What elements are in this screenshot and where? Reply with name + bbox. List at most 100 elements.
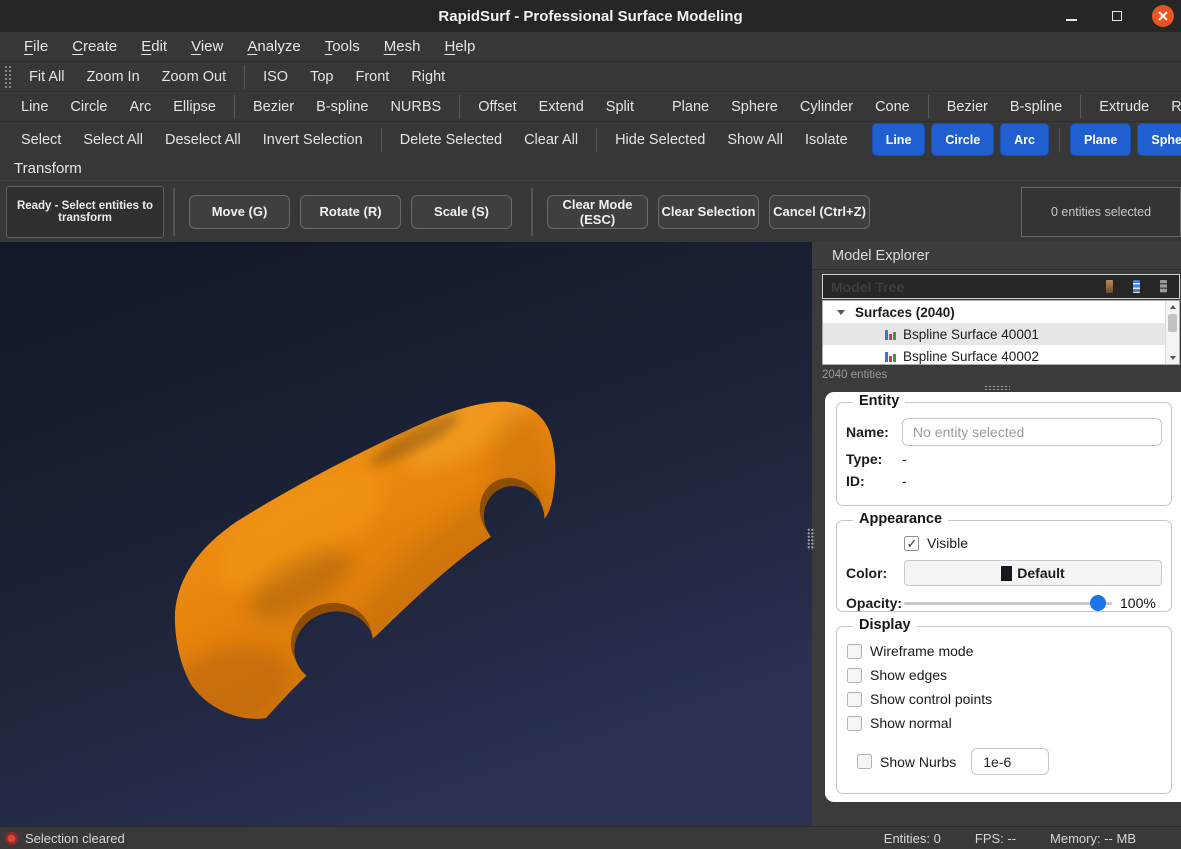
transform-rotate-r[interactable]: Rotate (R) <box>300 195 401 229</box>
toolbar-item-b-spline[interactable]: B-spline <box>999 99 1073 115</box>
toolbar-item-b-spline[interactable]: B-spline <box>305 99 379 115</box>
tree-item-bspline-surface-40002[interactable]: Bspline Surface 40002 <box>823 345 1165 365</box>
toolbar-item-ellipse[interactable]: Ellipse <box>162 99 227 115</box>
close-icon[interactable] <box>1152 5 1174 27</box>
display-option-show-normal: Show normal <box>847 711 1162 735</box>
minimize-icon[interactable] <box>1060 5 1082 27</box>
display-option-show-control-points: Show control points <box>847 687 1162 711</box>
toolbar-item-circle[interactable]: Circle <box>59 99 118 115</box>
scrollbar-thumb[interactable] <box>1168 314 1177 332</box>
toolbar-item-isolate[interactable]: Isolate <box>794 132 859 148</box>
entity-name-input[interactable] <box>902 418 1162 446</box>
show-edges-checkbox[interactable] <box>847 668 862 683</box>
toolbar-item-extrude[interactable]: Extrude <box>1088 99 1160 115</box>
show-control-points-checkbox[interactable] <box>847 692 862 707</box>
toolbar-item-clear-all[interactable]: Clear All <box>513 132 589 148</box>
menu-item-tools[interactable]: Tools <box>313 38 372 55</box>
id-value: - <box>902 473 907 489</box>
toolbar-grip-icon[interactable] <box>4 65 12 89</box>
show-normal-checkbox[interactable] <box>847 716 862 731</box>
toolbar-item-deselect-all[interactable]: Deselect All <box>154 132 252 148</box>
toolbar-item-cylinder[interactable]: Cylinder <box>789 99 864 115</box>
toolbar-item-fit-all[interactable]: Fit All <box>18 69 75 85</box>
toolbar-item-revolve[interactable]: Revolve <box>1160 99 1181 115</box>
entity-legend: Entity <box>853 393 905 409</box>
toolbar-item-bezier[interactable]: Bezier <box>936 99 999 115</box>
toolbar-item-select-all[interactable]: Select All <box>72 132 154 148</box>
show-nurbs-checkbox[interactable] <box>857 754 872 769</box>
toolbar-item-show-all[interactable]: Show All <box>716 132 794 148</box>
viewport-3d[interactable] <box>0 242 812 826</box>
toolbar-item-offset[interactable]: Offset <box>467 99 527 115</box>
toolbar-item-nurbs[interactable]: NURBS <box>379 99 452 115</box>
toolbar-item-extend[interactable]: Extend <box>528 99 595 115</box>
tree-props-splitter[interactable] <box>812 383 1181 392</box>
quick-create-circle[interactable]: Circle <box>931 123 994 156</box>
toolbar-item-line[interactable]: Line <box>10 99 59 115</box>
quick-create-line[interactable]: Line <box>872 123 926 156</box>
menu-item-help[interactable]: Help <box>432 38 487 55</box>
collapse-triangle-icon[interactable] <box>837 310 845 315</box>
scroll-down-icon[interactable] <box>1166 352 1179 364</box>
toolbar-item-front[interactable]: Front <box>344 69 400 85</box>
toolbar-item-sphere[interactable]: Sphere <box>720 99 789 115</box>
status-target-icon <box>5 832 18 845</box>
nurbs-tolerance-input[interactable] <box>971 748 1049 775</box>
transform-scale-s[interactable]: Scale (S) <box>411 195 512 229</box>
transform-clear-selection[interactable]: Clear Selection <box>658 195 759 229</box>
show-control-points-label: Show control points <box>870 691 992 707</box>
toolbar-item-arc[interactable]: Arc <box>118 99 162 115</box>
menu-item-edit[interactable]: Edit <box>129 38 179 55</box>
toolbar-item-right[interactable]: Right <box>400 69 456 85</box>
view-toolbar: Fit AllZoom InZoom Out ISOTopFrontRight <box>18 65 456 89</box>
toolbar-item-invert-selection[interactable]: Invert Selection <box>252 132 374 148</box>
toolbar-item-zoom-in[interactable]: Zoom In <box>75 69 150 85</box>
toolbar-item-hide-selected[interactable]: Hide Selected <box>604 132 716 148</box>
tree-tool-icon-2[interactable] <box>1133 280 1140 293</box>
transform-cancel-ctrl-z[interactable]: Cancel (Ctrl+Z) <box>769 195 870 229</box>
toolbar-item-cone[interactable]: Cone <box>864 99 921 115</box>
type-label: Type: <box>846 451 902 467</box>
scroll-up-icon[interactable] <box>1166 301 1179 313</box>
tree-group-surfaces[interactable]: Surfaces (2040) <box>823 301 1165 323</box>
show-nurbs-label: Show Nurbs <box>880 754 956 770</box>
opacity-slider[interactable] <box>904 595 1112 611</box>
appearance-legend: Appearance <box>853 511 948 527</box>
menu-item-mesh[interactable]: Mesh <box>372 38 433 55</box>
quick-create-arc[interactable]: Arc <box>1000 123 1049 156</box>
right-panel: Model Explorer Model Tree Surfaces (2040… <box>812 242 1181 826</box>
color-value: Default <box>1017 565 1064 581</box>
toolbar-item-zoom-out[interactable]: Zoom Out <box>151 69 237 85</box>
wireframe-mode-checkbox[interactable] <box>847 644 862 659</box>
type-value: - <box>902 451 907 467</box>
toolbar-item-bezier[interactable]: Bezier <box>242 99 305 115</box>
tree-scrollbar[interactable] <box>1165 301 1179 364</box>
create-toolbar-row: LineCircleArcEllipseBezierB-splineNURBSO… <box>0 92 1181 122</box>
toolbar-item-iso[interactable]: ISO <box>252 69 299 85</box>
tree-item-bspline-surface-40001[interactable]: Bspline Surface 40001 <box>823 323 1165 345</box>
toolbar-item-select[interactable]: Select <box>10 132 72 148</box>
menu-item-view[interactable]: View <box>179 38 235 55</box>
toolbar-item-top[interactable]: Top <box>299 69 344 85</box>
toolbar-item-plane[interactable]: Plane <box>661 99 720 115</box>
window-controls <box>1060 0 1174 32</box>
tree-tool-icon-1[interactable] <box>1106 280 1113 293</box>
slider-handle[interactable] <box>1090 595 1106 611</box>
toolbar-item-split[interactable]: Split <box>595 99 645 115</box>
toolbar-item-delete-selected[interactable]: Delete Selected <box>389 132 513 148</box>
color-picker-button[interactable]: Default <box>904 560 1162 586</box>
transform-clear-mode-esc[interactable]: Clear Mode (ESC) <box>547 195 648 229</box>
quick-create-plane[interactable]: Plane <box>1070 123 1131 156</box>
panel-splitter-handle[interactable] <box>807 528 815 550</box>
menu-item-create[interactable]: Create <box>60 38 129 55</box>
tree-tool-icon-3[interactable] <box>1160 280 1167 293</box>
menu-item-analyze[interactable]: Analyze <box>235 38 312 55</box>
display-option-show-edges: Show edges <box>847 663 1162 687</box>
quick-create-sphere[interactable]: Sphere <box>1137 123 1181 156</box>
properties-panel: Entity Name: Type: - ID: - Appearance <box>825 392 1181 802</box>
maximize-icon[interactable] <box>1106 5 1128 27</box>
show-normal-label: Show normal <box>870 715 952 731</box>
visible-checkbox[interactable] <box>904 536 919 551</box>
menu-item-file[interactable]: File <box>12 38 60 55</box>
transform-move-g[interactable]: Move (G) <box>189 195 290 229</box>
